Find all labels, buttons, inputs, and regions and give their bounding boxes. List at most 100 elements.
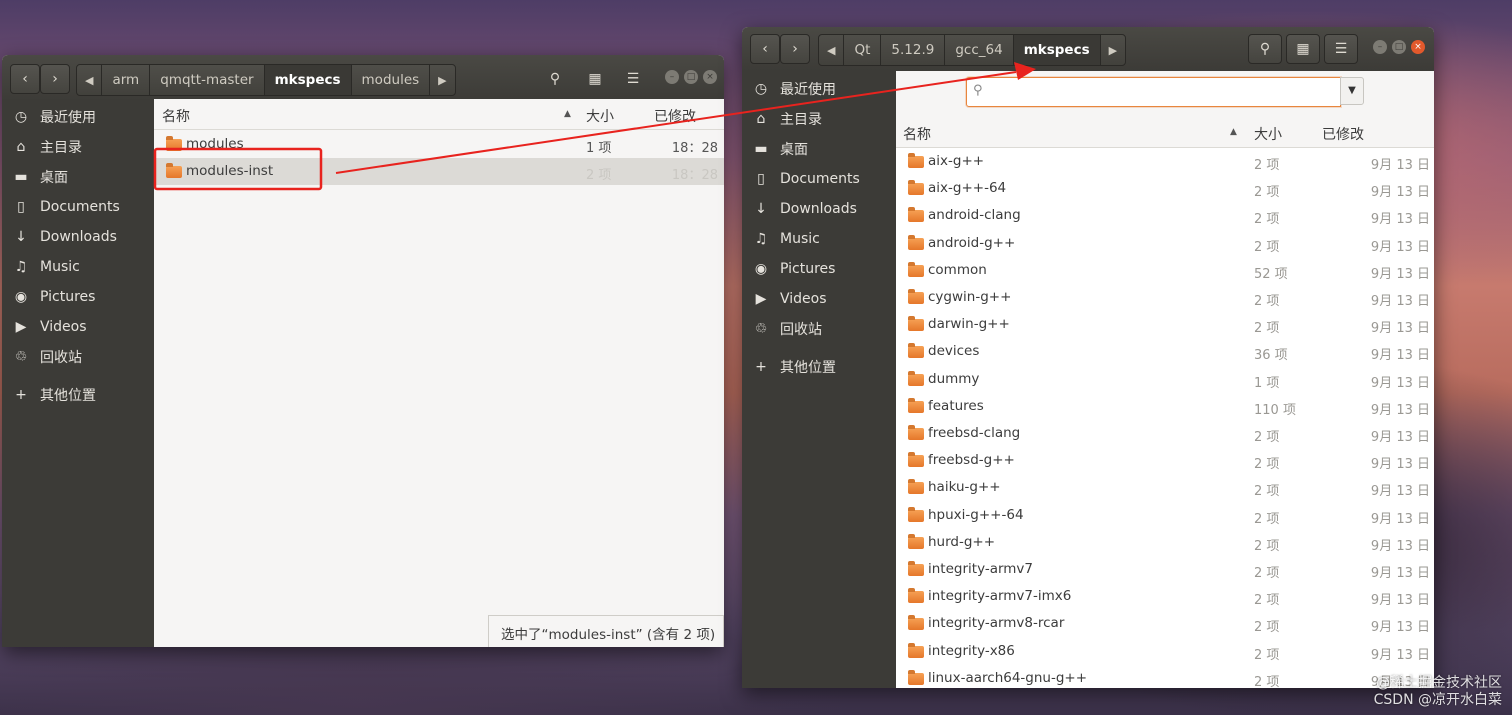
list-item[interactable]: integrity-x86 2 项 9月 13 日 bbox=[896, 638, 1434, 665]
file-size: 2 项 bbox=[1254, 511, 1280, 527]
close-button[interactable]: × bbox=[703, 70, 717, 84]
sidebar-item-recent[interactable]: ◷ 最近使用 bbox=[742, 74, 896, 104]
list-item[interactable]: hpuxi-g++-64 2 项 9月 13 日 bbox=[896, 502, 1434, 529]
hamburger-icon: ☰ bbox=[1334, 41, 1348, 57]
sidebar-item-downloads[interactable]: ↓ Downloads bbox=[742, 194, 896, 224]
file-date: 18：28 bbox=[671, 141, 718, 156]
list-item[interactable]: freebsd-g++ 2 项 9月 13 日 bbox=[896, 447, 1434, 474]
sidebar-item-home[interactable]: ⌂ 主目录 bbox=[2, 132, 154, 162]
sidebar-item-videos[interactable]: ▶ Videos bbox=[742, 284, 896, 314]
file-size: 52 项 bbox=[1254, 266, 1288, 282]
list-item[interactable]: aix-g++ 2 项 9月 13 日 bbox=[896, 148, 1434, 175]
breadcrumb-item[interactable]: 5.12.9 bbox=[881, 35, 946, 65]
sidebar-item-label: Music bbox=[780, 231, 820, 247]
list-item[interactable]: common 52 项 9月 13 日 bbox=[896, 257, 1434, 284]
breadcrumb-item[interactable]: gcc_64 bbox=[945, 35, 1014, 65]
forward-button[interactable]: › bbox=[780, 34, 810, 64]
breadcrumb-scroll-left[interactable]: ◀ bbox=[77, 65, 103, 95]
breadcrumb-item[interactable]: Qt bbox=[844, 35, 882, 65]
sidebar-item-music[interactable]: ♫ Music bbox=[2, 252, 154, 282]
list-item[interactable]: integrity-armv7-imx6 2 项 9月 13 日 bbox=[896, 583, 1434, 610]
breadcrumb-scroll-right[interactable]: ▶ bbox=[1101, 35, 1125, 65]
list-item[interactable]: integrity-armv8-rcar 2 项 9月 13 日 bbox=[896, 610, 1434, 637]
sidebar-item-downloads[interactable]: ↓ Downloads bbox=[2, 222, 154, 252]
list-item[interactable]: dummy 1 项 9月 13 日 bbox=[896, 366, 1434, 393]
close-button[interactable]: × bbox=[1411, 40, 1425, 54]
list-item-selected[interactable]: modules-inst 2 项 18：28 bbox=[154, 158, 724, 185]
file-date: 9月 13 日 bbox=[1370, 158, 1430, 173]
breadcrumb-scroll-left[interactable]: ◀ bbox=[819, 35, 845, 65]
list-item[interactable]: cygwin-g++ 2 项 9月 13 日 bbox=[896, 284, 1434, 311]
sidebar-item-trash[interactable]: ♲ 回收站 bbox=[742, 314, 896, 344]
folder-icon bbox=[908, 425, 924, 440]
sidebar-item-pictures[interactable]: ◉ Pictures bbox=[2, 282, 154, 312]
list-item[interactable]: modules 1 项 18：28 bbox=[154, 131, 724, 158]
list-item[interactable]: aix-g++-64 2 项 9月 13 日 bbox=[896, 175, 1434, 202]
column-name-header[interactable]: 名称 bbox=[162, 106, 190, 126]
sidebar-item-videos[interactable]: ▶ Videos bbox=[2, 312, 154, 342]
minimize-button[interactable]: – bbox=[665, 70, 679, 84]
sidebar-item-trash[interactable]: ♲ 回收站 bbox=[2, 342, 154, 372]
file-date: 9月 13 日 bbox=[1370, 593, 1430, 609]
search-input[interactable]: ⚲ bbox=[966, 77, 1341, 107]
sidebar-item-other-locations[interactable]: + 其他位置 bbox=[742, 352, 896, 382]
breadcrumb-scroll-right[interactable]: ▶ bbox=[430, 65, 454, 95]
sidebar-item-home[interactable]: ⌂ 主目录 bbox=[742, 104, 896, 134]
search-options-dropdown[interactable]: ▼ bbox=[1340, 77, 1364, 105]
search-button[interactable]: ⚲ bbox=[538, 64, 572, 94]
file-name: integrity-armv8-rcar bbox=[928, 615, 1065, 632]
list-item[interactable]: android-clang 2 项 9月 13 日 bbox=[896, 202, 1434, 229]
minimize-button[interactable]: – bbox=[1373, 40, 1387, 54]
file-name: integrity-x86 bbox=[928, 642, 1015, 659]
menu-button[interactable]: ☰ bbox=[616, 64, 650, 94]
trash-icon: ♲ bbox=[754, 321, 768, 337]
list-item[interactable]: freebsd-clang 2 项 9月 13 日 bbox=[896, 420, 1434, 447]
file-name: dummy bbox=[928, 370, 980, 387]
maximize-button[interactable]: □ bbox=[1392, 40, 1406, 54]
menu-button[interactable]: ☰ bbox=[1324, 34, 1358, 64]
file-date: 9月 13 日 bbox=[1370, 538, 1430, 554]
sidebar-item-desktop[interactable]: ▬ 桌面 bbox=[2, 162, 154, 192]
sidebar-item-desktop[interactable]: ▬ 桌面 bbox=[742, 134, 896, 164]
file-name: android-clang bbox=[928, 207, 1021, 224]
file-size: 2 项 bbox=[1254, 620, 1280, 636]
back-button[interactable]: ‹ bbox=[750, 34, 780, 64]
list-item[interactable]: darwin-g++ 2 项 9月 13 日 bbox=[896, 311, 1434, 338]
view-toggle-button[interactable]: ▦ bbox=[1286, 34, 1320, 64]
breadcrumb-item-active[interactable]: mkspecs bbox=[264, 65, 352, 95]
column-size-header[interactable]: 大小 bbox=[586, 106, 614, 126]
column-modified-header[interactable]: 已修改 bbox=[1322, 124, 1364, 144]
list-item[interactable]: android-g++ 2 项 9月 13 日 bbox=[896, 230, 1434, 257]
list-item[interactable]: haiku-g++ 2 项 9月 13 日 bbox=[896, 474, 1434, 501]
list-item[interactable]: hurd-g++ 2 项 9月 13 日 bbox=[896, 529, 1434, 556]
folder-icon bbox=[908, 343, 924, 359]
breadcrumb-item[interactable]: modules bbox=[352, 65, 431, 95]
view-toggle-button[interactable]: ▦ bbox=[578, 64, 612, 94]
column-modified-header[interactable]: 已修改 bbox=[654, 106, 696, 126]
list-item[interactable]: devices 36 项 9月 13 日 bbox=[896, 338, 1434, 365]
file-size: 2 项 bbox=[1254, 239, 1280, 255]
folder-icon bbox=[166, 163, 182, 178]
search-button[interactable]: ⚲ bbox=[1248, 34, 1282, 64]
file-size: 36 项 bbox=[1254, 348, 1288, 364]
caret-left-icon: ◀ bbox=[827, 43, 836, 57]
list-item[interactable]: features 110 项 9月 13 日 bbox=[896, 393, 1434, 420]
file-date: 18：28 bbox=[671, 168, 718, 183]
sidebar-item-recent[interactable]: ◷ 最近使用 bbox=[2, 102, 154, 132]
forward-button[interactable]: › bbox=[40, 64, 70, 94]
breadcrumb-item[interactable]: arm bbox=[102, 65, 151, 95]
column-size-header[interactable]: 大小 bbox=[1254, 124, 1282, 144]
maximize-button[interactable]: □ bbox=[684, 70, 698, 84]
sidebar-item-documents[interactable]: ▯ Documents bbox=[2, 192, 154, 222]
list-item[interactable]: linux-aarch64-gnu-g++ 2 项 9月 13 日 bbox=[896, 665, 1434, 688]
breadcrumb-item-active[interactable]: mkspecs bbox=[1013, 35, 1101, 65]
status-bar: 选中了“modules-inst” (含有 2 项) bbox=[488, 615, 724, 647]
sidebar-item-other-locations[interactable]: + 其他位置 bbox=[2, 380, 154, 410]
column-name-header[interactable]: 名称 bbox=[903, 124, 931, 144]
sidebar-item-music[interactable]: ♫ Music bbox=[742, 224, 896, 254]
sidebar-item-documents[interactable]: ▯ Documents bbox=[742, 164, 896, 194]
breadcrumb-item[interactable]: qmqtt-master bbox=[150, 65, 265, 95]
sidebar-item-pictures[interactable]: ◉ Pictures bbox=[742, 254, 896, 284]
list-item[interactable]: integrity-armv7 2 项 9月 13 日 bbox=[896, 556, 1434, 583]
back-button[interactable]: ‹ bbox=[10, 64, 40, 94]
